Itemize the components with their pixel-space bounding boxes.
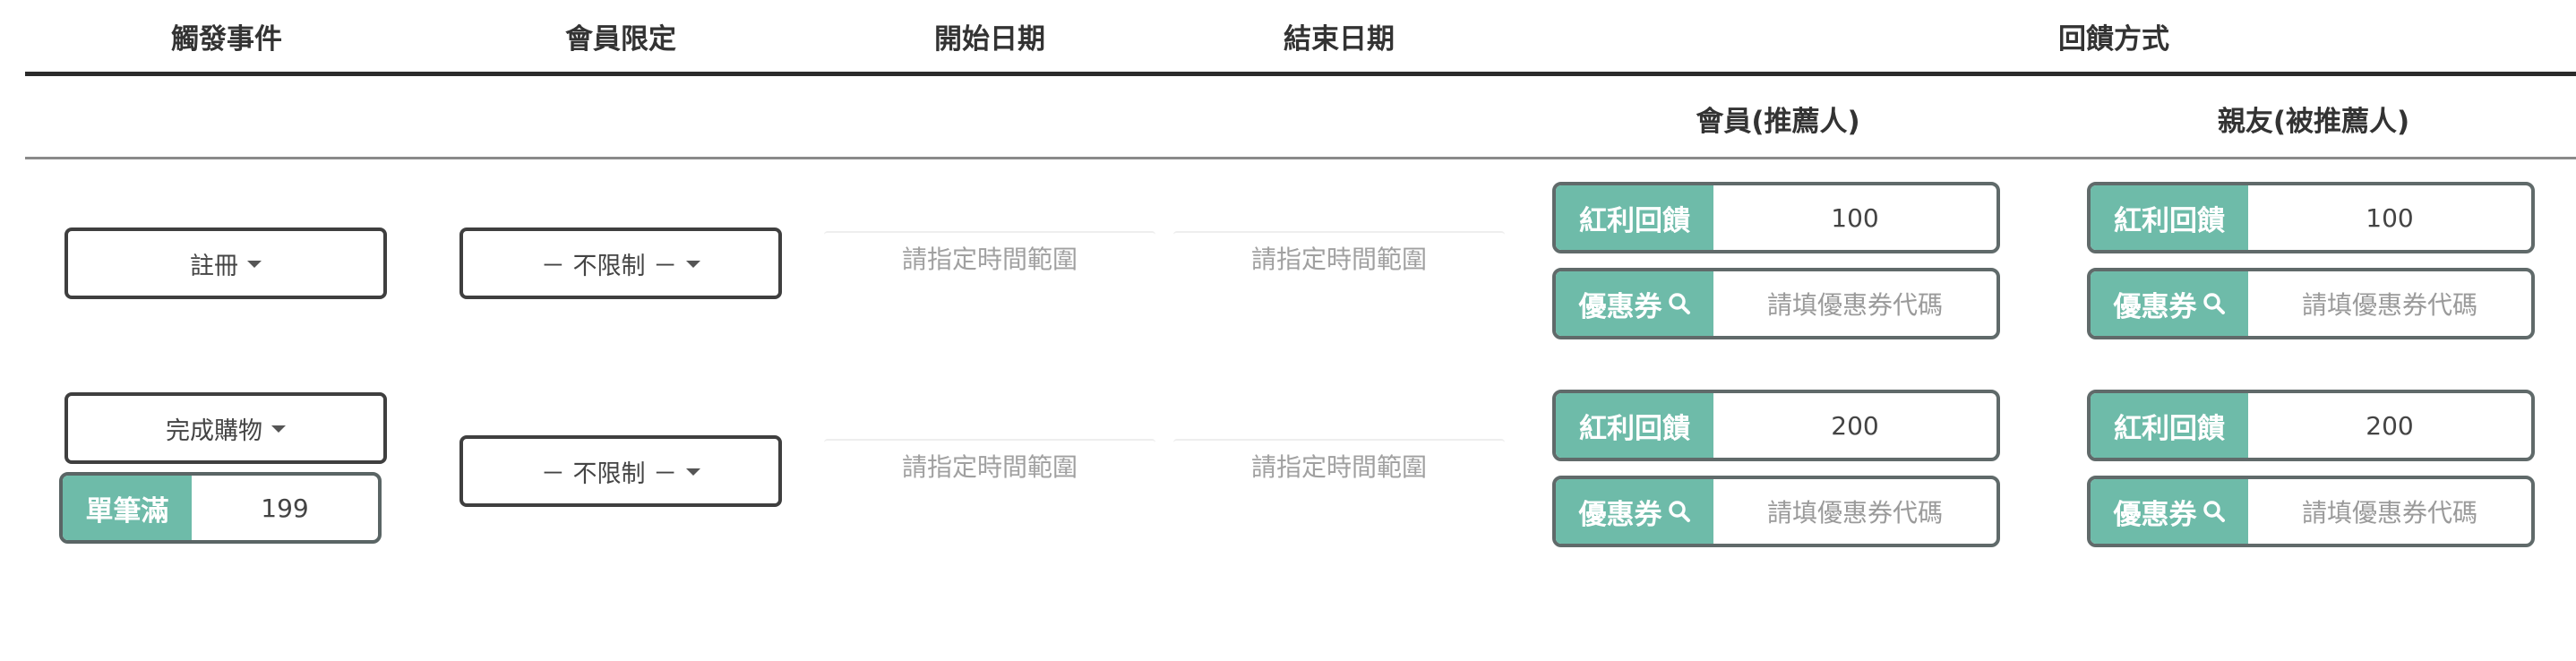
friend-bonus-input-group: 紅利回饋 200 bbox=[2087, 390, 2535, 461]
subheader-divider bbox=[25, 157, 2576, 159]
member-coupon-label: 優惠券 bbox=[1578, 290, 1662, 323]
friend-bonus-input[interactable]: 100 bbox=[2248, 185, 2531, 250]
member-bonus-input-group: 紅利回饋 200 bbox=[1552, 390, 2000, 461]
header-divider bbox=[25, 72, 2576, 76]
friend-bonus-input-group: 紅利回饋 100 bbox=[2087, 182, 2535, 253]
header-member-limit: 會員限定 bbox=[565, 22, 676, 56]
member-bonus-label: 紅利回饋 bbox=[1556, 185, 1713, 250]
friend-coupon-search-button[interactable]: 優惠券 bbox=[2091, 479, 2248, 544]
end-date-placeholder: 請指定時間範圍 bbox=[1250, 245, 1427, 274]
member-coupon-input-group: 優惠券 請填優惠券代碼 bbox=[1552, 268, 2000, 339]
min-purchase-input[interactable]: 199 bbox=[192, 476, 378, 540]
start-date-field[interactable]: 請指定時間範圍 bbox=[824, 439, 1155, 491]
friend-bonus-label: 紅利回饋 bbox=[2091, 393, 2248, 458]
member-coupon-search-button[interactable]: 優惠券 bbox=[1556, 271, 1713, 336]
header-trigger-event: 觸發事件 bbox=[171, 22, 282, 56]
friend-coupon-label: 優惠券 bbox=[2113, 290, 2197, 323]
member-coupon-search-button[interactable]: 優惠券 bbox=[1556, 479, 1713, 544]
header-reward-method: 回饋方式 bbox=[2058, 22, 2169, 56]
member-limit-dropdown-label: － 不限制 － bbox=[540, 459, 678, 488]
caret-down-icon bbox=[686, 468, 701, 476]
trigger-dropdown[interactable]: 完成購物 bbox=[64, 392, 387, 464]
member-coupon-input-group: 優惠券 請填優惠券代碼 bbox=[1552, 476, 2000, 547]
member-limit-dropdown-label: － 不限制 － bbox=[540, 252, 678, 280]
end-date-placeholder: 請指定時間範圍 bbox=[1250, 452, 1427, 482]
search-icon bbox=[2202, 292, 2226, 315]
friend-coupon-input[interactable]: 請填優惠券代碼 bbox=[2248, 271, 2531, 336]
min-purchase-input-group: 單筆滿 199 bbox=[59, 472, 382, 544]
member-bonus-input-group: 紅利回饋 100 bbox=[1552, 182, 2000, 253]
trigger-dropdown-label: 完成購物 bbox=[166, 416, 262, 445]
friend-coupon-label: 優惠券 bbox=[2113, 498, 2197, 531]
start-date-placeholder: 請指定時間範圍 bbox=[901, 245, 1078, 274]
min-purchase-label: 單筆滿 bbox=[63, 476, 192, 540]
header-member-referrer: 會員(推薦人) bbox=[1696, 105, 1860, 138]
member-limit-dropdown[interactable]: － 不限制 － bbox=[459, 435, 782, 507]
member-limit-dropdown[interactable]: － 不限制 － bbox=[459, 227, 782, 299]
trigger-dropdown[interactable]: 註冊 bbox=[64, 227, 387, 299]
search-icon bbox=[1668, 292, 1691, 315]
caret-down-icon bbox=[271, 425, 286, 433]
search-icon bbox=[1668, 500, 1691, 523]
start-date-placeholder: 請指定時間範圍 bbox=[901, 452, 1078, 482]
friend-coupon-input-group: 優惠券 請填優惠券代碼 bbox=[2087, 476, 2535, 547]
friend-coupon-input-group: 優惠券 請填優惠券代碼 bbox=[2087, 268, 2535, 339]
caret-down-icon bbox=[686, 261, 701, 268]
friend-coupon-search-button[interactable]: 優惠券 bbox=[2091, 271, 2248, 336]
header-start-date: 開始日期 bbox=[934, 22, 1045, 56]
end-date-field[interactable]: 請指定時間範圍 bbox=[1173, 231, 1505, 283]
member-bonus-input[interactable]: 100 bbox=[1713, 185, 1996, 250]
friend-bonus-label: 紅利回饋 bbox=[2091, 185, 2248, 250]
friend-coupon-input[interactable]: 請填優惠券代碼 bbox=[2248, 479, 2531, 544]
member-coupon-input[interactable]: 請填優惠券代碼 bbox=[1713, 271, 1996, 336]
friend-bonus-input[interactable]: 200 bbox=[2248, 393, 2531, 458]
end-date-field[interactable]: 請指定時間範圍 bbox=[1173, 439, 1505, 491]
member-bonus-input[interactable]: 200 bbox=[1713, 393, 1996, 458]
trigger-dropdown-label: 註冊 bbox=[190, 252, 238, 280]
caret-down-icon bbox=[247, 261, 262, 268]
start-date-field[interactable]: 請指定時間範圍 bbox=[824, 231, 1155, 283]
header-friend-referee: 親友(被推薦人) bbox=[2217, 105, 2410, 138]
member-coupon-input[interactable]: 請填優惠券代碼 bbox=[1713, 479, 1996, 544]
member-coupon-label: 優惠券 bbox=[1578, 498, 1662, 531]
member-bonus-label: 紅利回饋 bbox=[1556, 393, 1713, 458]
search-icon bbox=[2202, 500, 2226, 523]
header-end-date: 結束日期 bbox=[1284, 22, 1395, 56]
